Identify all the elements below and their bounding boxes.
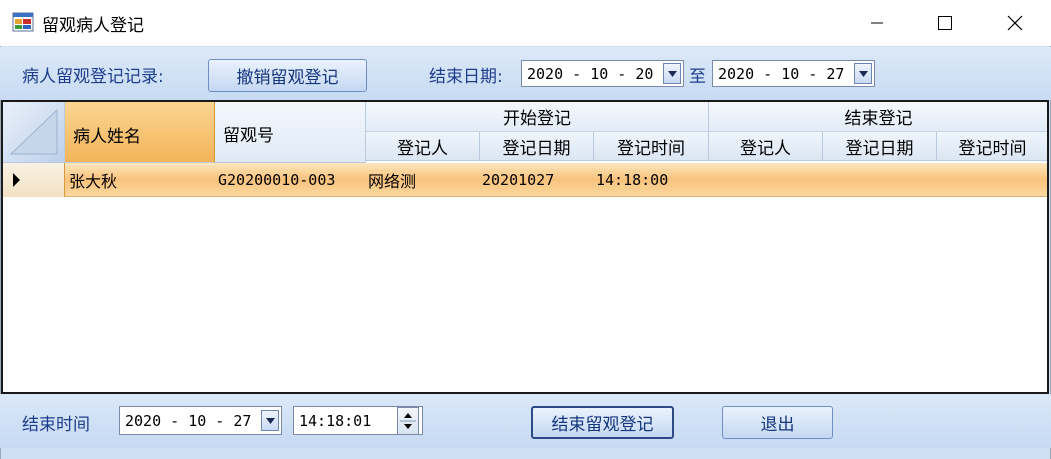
end-time-spinner[interactable] (397, 407, 419, 435)
maximize-icon (938, 16, 952, 30)
cell-patient-name: 张大秋 (69, 171, 118, 191)
end-time-label: 结束时间 (22, 415, 90, 435)
column-header-start-registrar[interactable]: 登记人 (366, 132, 480, 161)
observation-records-grid[interactable]: 病人姓名 留观号 开始登记 结束登记 登记人 登记日期 登记时间 登记人 登记日… (1, 100, 1049, 394)
date-from-picker[interactable]: 2020 - 10 - 20 (521, 60, 684, 87)
cancel-observation-button[interactable]: 撤销留观登记 (208, 59, 367, 92)
end-date-label: 结束日期: (429, 67, 503, 87)
column-header-observation-no[interactable]: 留观号 (215, 102, 366, 163)
table-row[interactable]: 张大秋 G20200010-003 网络测 20201027 14:18:00 (3, 163, 1047, 197)
column-group-start-registration: 开始登记 (366, 102, 709, 132)
app-form-icon (12, 12, 34, 32)
title-bar: 留观病人登记 (0, 0, 1051, 46)
cell-start-registrar: 网络测 (368, 171, 417, 191)
close-button[interactable] (986, 0, 1044, 46)
date-from-dropdown[interactable] (663, 63, 681, 84)
cell-start-date: 20201027 (482, 170, 555, 189)
chevron-down-icon (858, 70, 868, 77)
column-header-end-date[interactable]: 登记日期 (823, 132, 937, 161)
column-header-start-time[interactable]: 登记时间 (594, 132, 709, 161)
end-date-dropdown[interactable] (261, 410, 279, 431)
chevron-down-icon (265, 417, 275, 424)
window-title: 留观病人登记 (42, 16, 144, 36)
column-header-patient-name[interactable]: 病人姓名 (65, 102, 215, 163)
column-header-start-date[interactable]: 登记日期 (480, 132, 594, 161)
chevron-down-icon (667, 70, 677, 77)
records-label: 病人留观登记记录: (22, 67, 164, 87)
end-date-picker[interactable]: 2020 - 10 - 27 (119, 406, 282, 435)
end-time-value: 14:18:01 (299, 411, 372, 430)
cell-start-time: 14:18:00 (596, 170, 669, 189)
to-label: 至 (689, 67, 706, 87)
date-to-dropdown[interactable] (854, 63, 872, 84)
finish-observation-button[interactable]: 结束留观登记 (531, 406, 674, 439)
date-to-value: 2020 - 10 - 27 (718, 64, 845, 83)
select-all-icon (9, 108, 58, 155)
exit-button[interactable]: 退出 (722, 406, 833, 439)
end-date-value: 2020 - 10 - 27 (125, 411, 252, 430)
observation-no-header-label: 留观号 (223, 126, 274, 146)
row-header[interactable] (3, 163, 65, 197)
minimize-button[interactable] (848, 0, 906, 46)
cell-observation-no: G20200010-003 (218, 170, 336, 189)
minimize-icon (871, 22, 883, 24)
grid-corner-header[interactable] (3, 102, 65, 163)
date-to-picker[interactable]: 2020 - 10 - 27 (712, 60, 875, 87)
date-from-value: 2020 - 10 - 20 (527, 64, 654, 83)
column-header-end-registrar[interactable]: 登记人 (709, 132, 823, 161)
column-group-end-registration: 结束登记 (709, 102, 1047, 132)
bottom-toolbar: 结束时间 2020 - 10 - 27 14:18:01 结束留观登记 退出 (0, 394, 1051, 448)
current-row-arrow-icon (13, 173, 20, 187)
patient-name-header-label: 病人姓名 (73, 127, 141, 147)
maximize-button[interactable] (916, 0, 974, 46)
column-header-end-time[interactable]: 登记时间 (937, 132, 1047, 161)
close-icon (1007, 15, 1023, 31)
top-toolbar: 病人留观登记记录: 撤销留观登记 结束日期: 2020 - 10 - 20 至 … (0, 47, 1051, 100)
spinner-arrows-icon (400, 413, 416, 429)
